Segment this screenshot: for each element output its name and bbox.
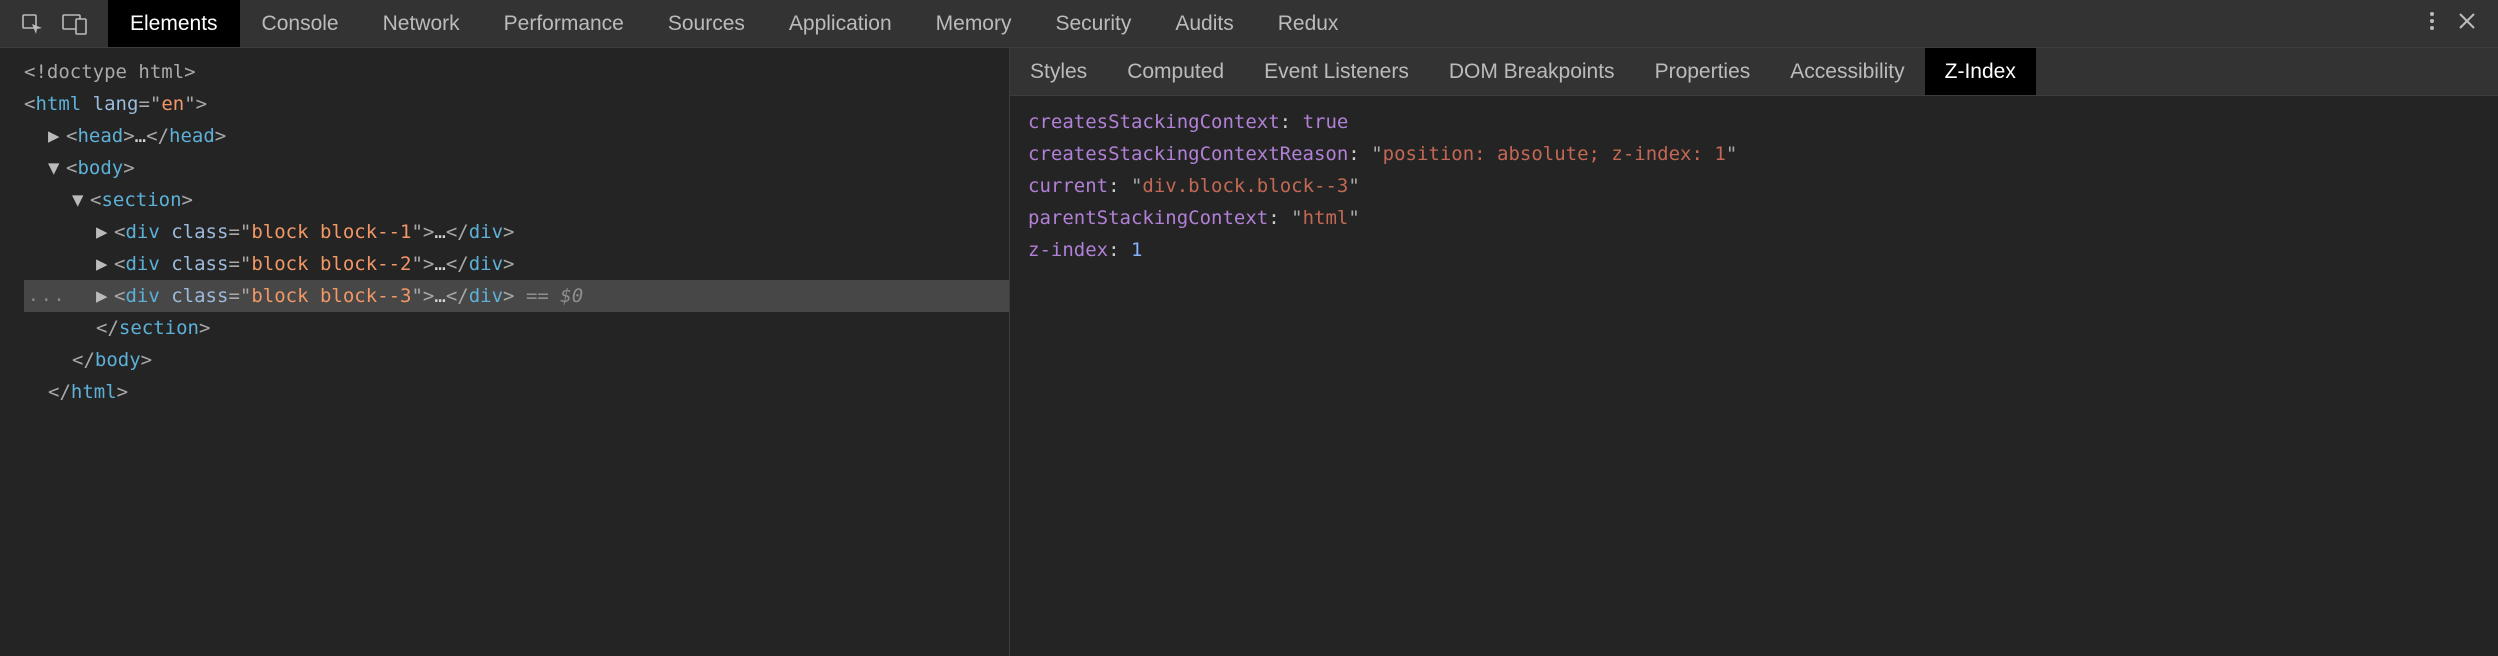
tree-html-close[interactable]: </html> bbox=[24, 376, 1009, 408]
tree-section-open[interactable]: ▼<section> bbox=[24, 184, 1009, 216]
stab-accessibility[interactable]: Accessibility bbox=[1770, 48, 1924, 95]
side-tabs: Styles Computed Event Listeners DOM Brea… bbox=[1010, 48, 2498, 96]
caret-right-icon[interactable]: ▶ bbox=[96, 280, 114, 312]
close-icon[interactable] bbox=[2458, 12, 2476, 36]
tree-html-open[interactable]: <html lang="en"> bbox=[24, 88, 1009, 120]
tree-body-open[interactable]: ▼<body> bbox=[24, 152, 1009, 184]
main-tabs: Elements Console Network Performance Sou… bbox=[108, 0, 1360, 47]
prop-creates-stacking-context-reason: createsStackingContextReason: "position:… bbox=[1028, 138, 2480, 170]
tab-memory[interactable]: Memory bbox=[914, 0, 1034, 47]
tree-div-3-selected[interactable]: ... ▶<div class="block block--3">…</div>… bbox=[24, 280, 1009, 312]
tree-div-1[interactable]: ▶<div class="block block--1">…</div> bbox=[24, 216, 1009, 248]
stab-event-listeners[interactable]: Event Listeners bbox=[1244, 48, 1429, 95]
prop-z-index: z-index: 1 bbox=[1028, 234, 2480, 266]
caret-down-icon[interactable]: ▼ bbox=[48, 152, 66, 184]
tab-security[interactable]: Security bbox=[1033, 0, 1153, 47]
prop-current: current: "div.block.block--3" bbox=[1028, 170, 2480, 202]
stab-computed[interactable]: Computed bbox=[1107, 48, 1244, 95]
tree-doctype[interactable]: <!doctype html> bbox=[24, 56, 1009, 88]
caret-right-icon[interactable]: ▶ bbox=[96, 248, 114, 280]
tool-icons bbox=[0, 0, 108, 47]
devtools-top-bar: Elements Console Network Performance Sou… bbox=[0, 0, 2498, 48]
prop-creates-stacking-context: createsStackingContext: true bbox=[1028, 106, 2480, 138]
prop-parent-stacking-context: parentStackingContext: "html" bbox=[1028, 202, 2480, 234]
inspect-icon[interactable] bbox=[20, 12, 44, 36]
tab-network[interactable]: Network bbox=[361, 0, 482, 47]
tree-head[interactable]: ▶<head>…</head> bbox=[24, 120, 1009, 152]
caret-right-icon[interactable]: ▶ bbox=[96, 216, 114, 248]
selection-marker-icon: ... bbox=[28, 280, 67, 312]
tab-console[interactable]: Console bbox=[240, 0, 361, 47]
dom-tree-panel[interactable]: <!doctype html> <html lang="en"> ▶<head>… bbox=[0, 48, 1010, 656]
tab-performance[interactable]: Performance bbox=[482, 0, 646, 47]
stab-z-index[interactable]: Z-Index bbox=[1925, 48, 2036, 95]
stab-dom-breakpoints[interactable]: DOM Breakpoints bbox=[1429, 48, 1635, 95]
right-icons bbox=[2406, 10, 2498, 38]
more-icon[interactable] bbox=[2428, 10, 2436, 38]
z-index-pane: createsStackingContext: true createsStac… bbox=[1010, 96, 2498, 276]
tree-div-2[interactable]: ▶<div class="block block--2">…</div> bbox=[24, 248, 1009, 280]
caret-down-icon[interactable]: ▼ bbox=[72, 184, 90, 216]
dom-tree[interactable]: <!doctype html> <html lang="en"> ▶<head>… bbox=[0, 48, 1009, 416]
tab-sources[interactable]: Sources bbox=[646, 0, 767, 47]
device-toggle-icon[interactable] bbox=[62, 13, 88, 35]
panels: <!doctype html> <html lang="en"> ▶<head>… bbox=[0, 48, 2498, 656]
tab-redux[interactable]: Redux bbox=[1256, 0, 1361, 47]
tab-application[interactable]: Application bbox=[767, 0, 914, 47]
tree-body-close[interactable]: </body> bbox=[24, 344, 1009, 376]
tab-audits[interactable]: Audits bbox=[1153, 0, 1255, 47]
stab-properties[interactable]: Properties bbox=[1635, 48, 1771, 95]
tab-elements[interactable]: Elements bbox=[108, 0, 240, 47]
side-panel: Styles Computed Event Listeners DOM Brea… bbox=[1010, 48, 2498, 656]
caret-right-icon[interactable]: ▶ bbox=[48, 120, 66, 152]
stab-styles[interactable]: Styles bbox=[1010, 48, 1107, 95]
tree-section-close[interactable]: </section> bbox=[24, 312, 1009, 344]
